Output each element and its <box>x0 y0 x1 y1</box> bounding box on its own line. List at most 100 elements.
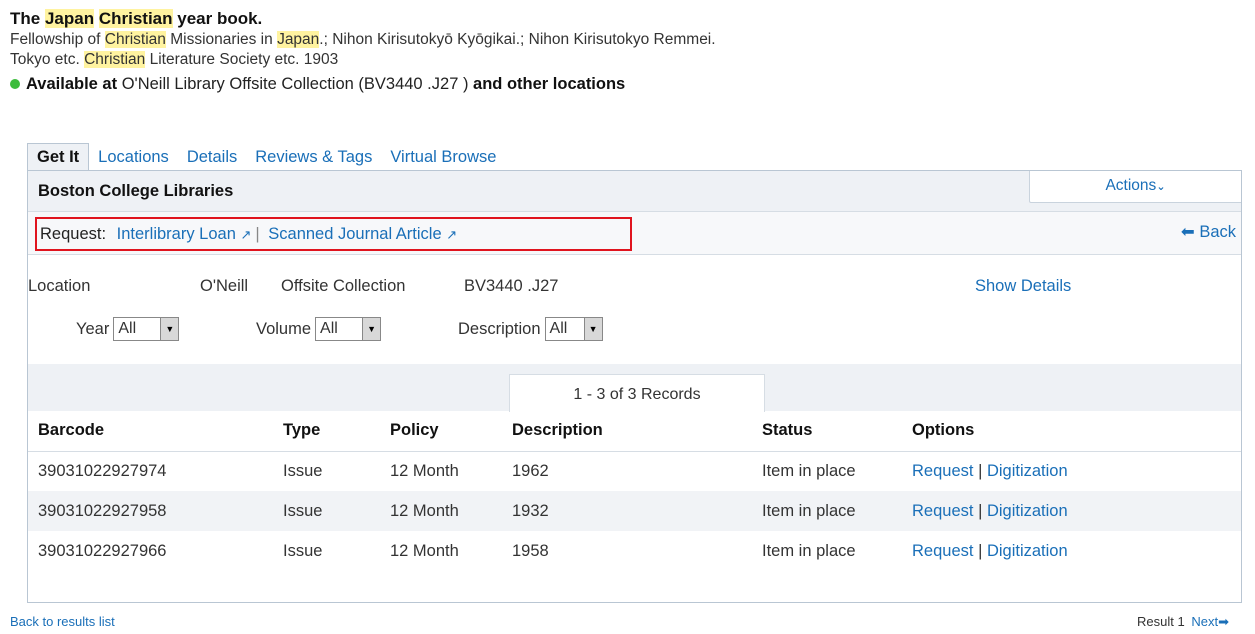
external-link-icon: ↗︎ <box>446 227 458 242</box>
column-barcode: Barcode <box>28 411 273 452</box>
cell-description: 1962 <box>512 461 549 480</box>
volume-select[interactable]: All ▼ <box>315 317 382 341</box>
description-label: Description <box>458 319 541 338</box>
cell-options: Request | Digitization <box>902 531 1241 571</box>
cell-description: 1958 <box>512 541 549 560</box>
record-publisher: Tokyo etc. Christian Literature Society … <box>10 50 1240 70</box>
publisher-text: Literature Society etc. 1903 <box>145 51 339 68</box>
availability-prefix: Available at <box>26 75 118 93</box>
cell-status: Item in place <box>752 491 902 531</box>
cell-policy: 12 Month <box>390 461 459 480</box>
year-value: All <box>118 320 137 337</box>
record-authors: Fellowship of Christian Missionaries in … <box>10 30 1240 50</box>
column-policy: Policy <box>380 411 502 452</box>
cell-type: Issue <box>283 541 323 560</box>
title-text: The <box>10 9 45 28</box>
request-options: Request: Interlibrary Loan ↗︎ | Scanned J… <box>35 217 632 251</box>
actions-menu[interactable]: Actions⌄ <box>1029 171 1241 203</box>
tab-get-it[interactable]: Get It <box>27 143 90 171</box>
volume-value: All <box>320 320 338 337</box>
column-description: Description <box>502 411 752 452</box>
authors-highlight: Christian <box>104 31 166 48</box>
dropdown-arrow-icon: ▼ <box>362 318 381 340</box>
back-to-results-link[interactable]: Back to results list <box>10 614 115 629</box>
link-separator: | <box>978 461 983 480</box>
tab-virtual-browse[interactable]: Virtual Browse <box>381 145 505 171</box>
result-navigation: Result 1 Next➡︎ <box>1137 614 1229 630</box>
request-link[interactable]: Request <box>912 502 973 520</box>
digitization-link[interactable]: Digitization <box>987 502 1068 520</box>
back-label: Back <box>1199 223 1236 241</box>
digitization-link[interactable]: Digitization <box>987 462 1068 480</box>
publisher-text: Tokyo etc. <box>10 51 85 68</box>
record-title[interactable]: The Japan Christian year book. <box>10 8 1240 30</box>
external-link-icon: ↗︎ <box>240 227 252 242</box>
get-it-panel: Boston College Libraries Actions⌄ Reques… <box>27 170 1242 603</box>
chevron-down-icon: ⌄ <box>1156 181 1166 193</box>
request-row: Request: Interlibrary Loan ↗︎ | Scanned J… <box>28 211 1241 255</box>
dropdown-arrow-icon: ▼ <box>160 318 179 340</box>
interlibrary-loan-link[interactable]: Interlibrary Loan ↗︎ <box>117 225 252 243</box>
digitization-link[interactable]: Digitization <box>987 542 1068 560</box>
next-label: Next <box>1191 614 1219 629</box>
scanned-journal-article-label: Scanned Journal Article <box>268 225 442 243</box>
location-label: Location <box>28 277 91 295</box>
table-row: 39031022927958 Issue 12 Month 1932 Item … <box>28 491 1241 531</box>
records-count: 1 - 3 of 3 Records <box>509 374 765 412</box>
cell-barcode: 39031022927958 <box>28 491 273 531</box>
items-table: Barcode Type Policy Description Status O… <box>28 411 1241 571</box>
volume-label: Volume <box>256 319 312 338</box>
library-name: Boston College Libraries <box>38 182 234 200</box>
filter-row: Year All ▼ Volume All ▼ Description All ▼ <box>28 317 1241 347</box>
column-type: Type <box>273 411 380 452</box>
tab-reviews-tags[interactable]: Reviews & Tags <box>246 145 381 171</box>
cell-options: Request | Digitization <box>902 491 1241 531</box>
title-highlight: Japan <box>44 9 95 28</box>
column-options: Options <box>902 411 1241 452</box>
cell-description: 1932 <box>502 491 752 531</box>
show-details-link[interactable]: Show Details <box>975 277 1071 296</box>
request-link[interactable]: Request <box>912 542 973 560</box>
request-link[interactable]: Request <box>912 462 973 480</box>
year-select[interactable]: All ▼ <box>113 317 180 341</box>
scanned-journal-article-link[interactable]: Scanned Journal Article ↗︎ <box>268 225 457 243</box>
availability-status: Available at O'Neill Library Offsite Col… <box>10 72 1240 96</box>
authors-text: .; Nihon Kirisutokyō Kyōgikai.; Nihon Ki… <box>319 31 716 48</box>
publisher-highlight: Christian <box>84 51 146 68</box>
authors-text: Fellowship of <box>10 31 105 48</box>
location-call-number: BV3440 .J27 <box>464 277 559 295</box>
result-label: Result <box>1137 614 1174 629</box>
cell-options: Request | Digitization <box>902 451 1241 491</box>
cell-barcode: 39031022927974 <box>38 461 167 480</box>
tab-locations[interactable]: Locations <box>89 145 178 171</box>
cell-status: Item in place <box>762 541 856 560</box>
available-dot-icon <box>10 79 20 89</box>
location-collection: Offsite Collection <box>281 277 406 295</box>
next-arrow-icon: ➡︎ <box>1218 614 1229 629</box>
title-highlight: Christian <box>98 9 173 28</box>
column-status: Status <box>752 411 902 452</box>
table-row: 39031022927966 Issue 12 Month 1958 Item … <box>28 531 1241 571</box>
description-select[interactable]: All ▼ <box>544 317 603 341</box>
authors-text: Missionaries in <box>165 31 278 48</box>
next-link[interactable]: Next➡︎ <box>1191 614 1229 629</box>
cell-policy: 12 Month <box>390 541 459 560</box>
table-row: 39031022927974 Issue 12 Month 1962 Item … <box>28 451 1241 491</box>
back-link[interactable]: ⬅︎ Back <box>1181 222 1236 242</box>
tab-details[interactable]: Details <box>178 145 246 171</box>
availability-location: O'Neill Library Offsite Collection (BV34… <box>121 75 469 93</box>
record-tabs: Get It Locations Details Reviews & Tags … <box>27 143 505 171</box>
year-label: Year <box>76 319 110 338</box>
availability-suffix: and other locations <box>473 75 626 93</box>
cell-type: Issue <box>273 491 380 531</box>
cell-policy: 12 Month <box>380 491 502 531</box>
description-value: All <box>549 320 568 337</box>
link-separator: | <box>255 225 260 243</box>
back-arrow-icon: ⬅︎ <box>1180 223 1195 241</box>
authors-highlight: Japan <box>277 31 320 48</box>
location-library: O'Neill <box>200 277 249 295</box>
description-filter: Description All ▼ <box>458 317 603 341</box>
link-separator: | <box>978 541 983 560</box>
request-label: Request: <box>40 225 107 243</box>
cell-type: Issue <box>283 461 323 480</box>
